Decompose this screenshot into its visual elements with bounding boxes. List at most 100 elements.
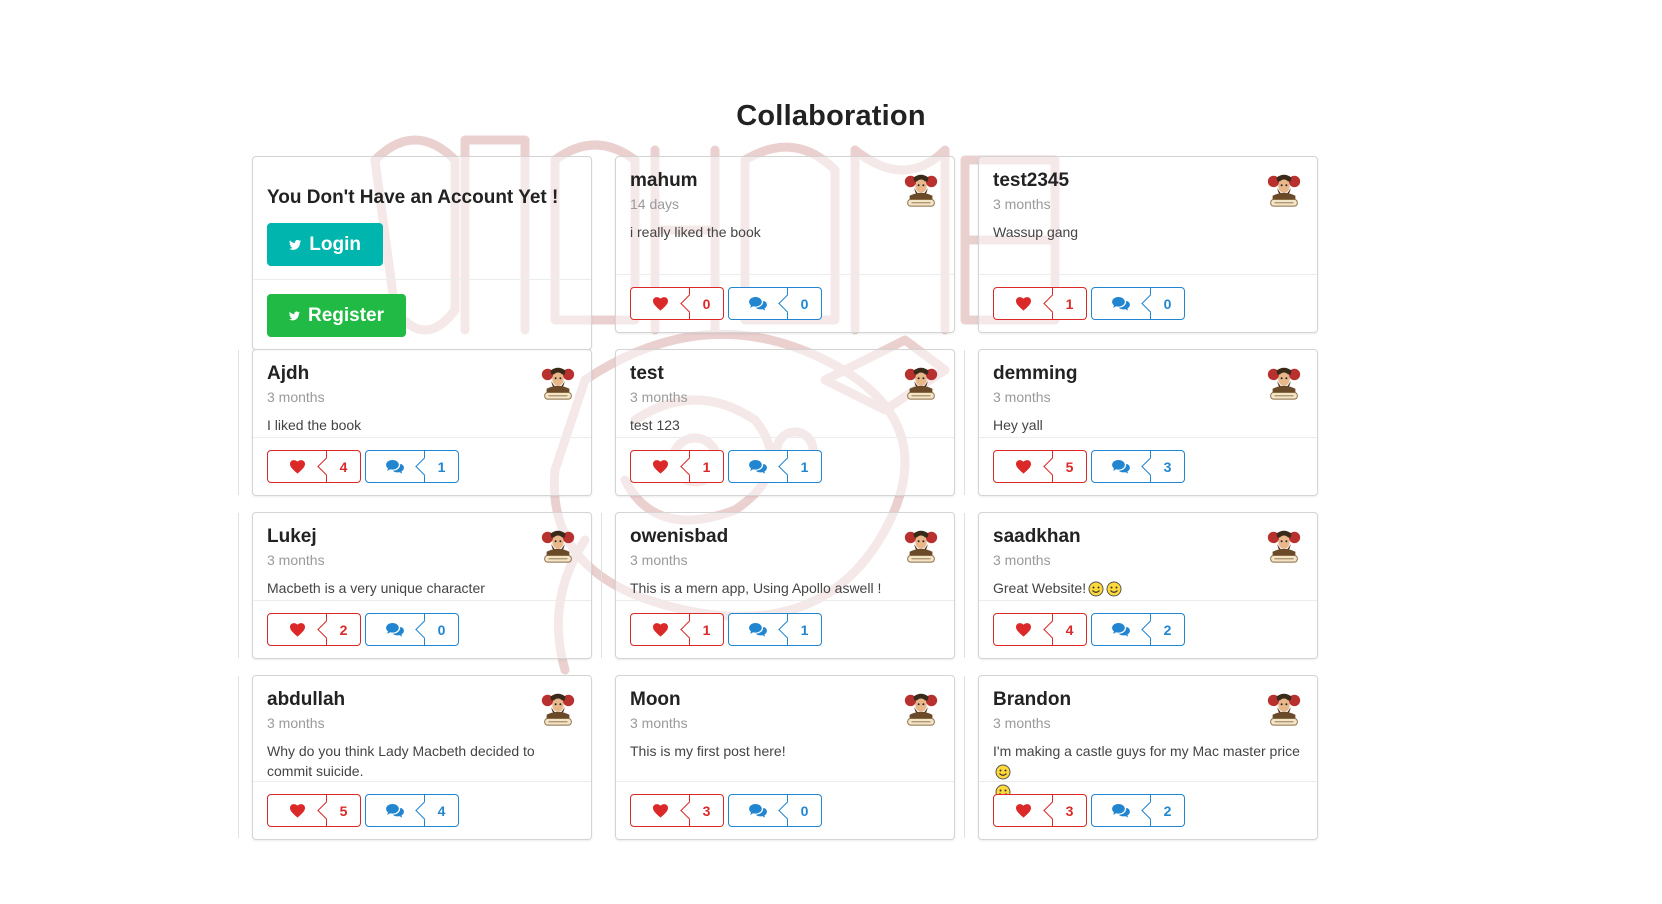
like-count-label[interactable]: 5 [317,794,361,827]
post-username[interactable]: Lukej [267,525,577,549]
like-button[interactable]: 4 [267,450,361,483]
post-timestamp[interactable]: 3 months [993,196,1303,212]
comment-count: 0 [1163,295,1172,312]
like-button[interactable]: 3 [630,794,724,827]
avatar [904,367,938,400]
comment-count-label[interactable]: 1 [778,613,822,646]
post-body: This is my first post here! [630,741,940,761]
like-button[interactable]: 5 [267,794,361,827]
comment-count-label[interactable]: 0 [778,794,822,827]
like-button[interactable]: 2 [267,613,361,646]
login-button[interactable]: Login [267,223,383,266]
comment-button[interactable]: 1 [728,450,822,483]
post-timestamp[interactable]: 3 months [993,715,1303,731]
comment-count-label[interactable]: 2 [1141,794,1185,827]
heart-icon [289,622,305,637]
heart-icon [1015,296,1031,311]
comments-icon [749,459,767,474]
post-username[interactable]: abdullah [267,688,577,712]
post-actions: 1 1 [616,600,954,658]
post-body-text: test 123 [630,417,680,433]
like-count-label[interactable]: 2 [317,613,361,646]
like-count-label[interactable]: 1 [1043,287,1087,320]
post-timestamp[interactable]: 3 months [267,552,577,568]
post-timestamp[interactable]: 3 months [630,715,940,731]
post-timestamp[interactable]: 3 months [630,552,940,568]
comment-button[interactable]: 0 [728,794,822,827]
comment-count: 1 [800,621,809,638]
post-username[interactable]: test [630,362,940,386]
post-username[interactable]: mahum [630,169,940,193]
like-button[interactable]: 1 [630,450,724,483]
like-count-label[interactable]: 3 [680,794,724,827]
like-button[interactable]: 0 [630,287,724,320]
post-username[interactable]: Ajdh [267,362,577,386]
comment-button[interactable]: 0 [728,287,822,320]
like-count-label[interactable]: 4 [1043,613,1087,646]
post-content: test2345 3 months Wassup gang [979,157,1317,242]
like-count: 1 [1065,295,1074,312]
post-body-text: Hey yall [993,417,1043,433]
like-count: 4 [1065,621,1074,638]
like-button[interactable]: 1 [993,287,1087,320]
comment-button[interactable]: 2 [1091,613,1185,646]
column-divider [238,676,239,838]
post-timestamp[interactable]: 14 days [630,196,940,212]
post-timestamp[interactable]: 3 months [993,389,1303,405]
comment-button[interactable]: 1 [365,450,459,483]
comment-count-label[interactable]: 0 [415,613,459,646]
comment-count-label[interactable]: 2 [1141,613,1185,646]
post-body-text: I'm making a castle guys for my Mac mast… [993,743,1300,759]
like-button[interactable]: 1 [630,613,724,646]
like-button[interactable]: 5 [993,450,1087,483]
like-count: 2 [339,621,348,638]
like-count-label[interactable]: 3 [1043,794,1087,827]
like-count-label[interactable]: 4 [317,450,361,483]
comment-button[interactable]: 0 [365,613,459,646]
post-timestamp[interactable]: 3 months [993,552,1303,568]
post-card: owenisbad 3 months This is a mern app, U… [615,512,955,659]
comment-count-label[interactable]: 3 [1141,450,1185,483]
like-button[interactable]: 4 [993,613,1087,646]
comments-icon [1112,296,1130,311]
comment-button[interactable]: 4 [365,794,459,827]
avatar [904,693,938,726]
post-actions: 4 1 [253,437,591,495]
post-username[interactable]: demming [993,362,1303,386]
post-card: demming 3 months Hey yall 5 3 [978,349,1318,496]
like-count-label[interactable]: 1 [680,450,724,483]
post-username[interactable]: Brandon [993,688,1303,712]
like-count-label[interactable]: 5 [1043,450,1087,483]
post-timestamp[interactable]: 3 months [267,715,577,731]
post-username[interactable]: owenisbad [630,525,940,549]
like-count-label[interactable]: 0 [680,287,724,320]
comment-button[interactable]: 3 [1091,450,1185,483]
post-username[interactable]: test2345 [993,169,1303,193]
post-body: Wassup gang [993,222,1303,242]
comment-button[interactable]: 2 [1091,794,1185,827]
like-button[interactable]: 3 [993,794,1087,827]
comment-count: 2 [1163,802,1172,819]
column-divider [964,350,965,495]
comment-count: 0 [437,621,446,638]
post-body-text: This is my first post here! [630,743,786,759]
comment-count-label[interactable]: 1 [778,450,822,483]
comment-count-label[interactable]: 4 [415,794,459,827]
register-button[interactable]: Register [267,294,406,337]
post-timestamp[interactable]: 3 months [630,389,940,405]
like-count-label[interactable]: 1 [680,613,724,646]
comment-count-label[interactable]: 0 [778,287,822,320]
post-content: Ajdh 3 months I liked the book [253,350,591,435]
post-username[interactable]: Moon [630,688,940,712]
comment-button[interactable]: 0 [1091,287,1185,320]
post-timestamp[interactable]: 3 months [267,389,577,405]
post-body-text: Great Website! [993,580,1087,596]
comment-count-label[interactable]: 1 [415,450,459,483]
post-username[interactable]: saadkhan [993,525,1303,549]
heart-icon [289,459,305,474]
comment-count-label[interactable]: 0 [1141,287,1185,320]
post-content: saadkhan 3 months Great Website! [979,513,1317,598]
comments-icon [749,803,767,818]
heart-icon [652,622,668,637]
comment-button[interactable]: 1 [728,613,822,646]
